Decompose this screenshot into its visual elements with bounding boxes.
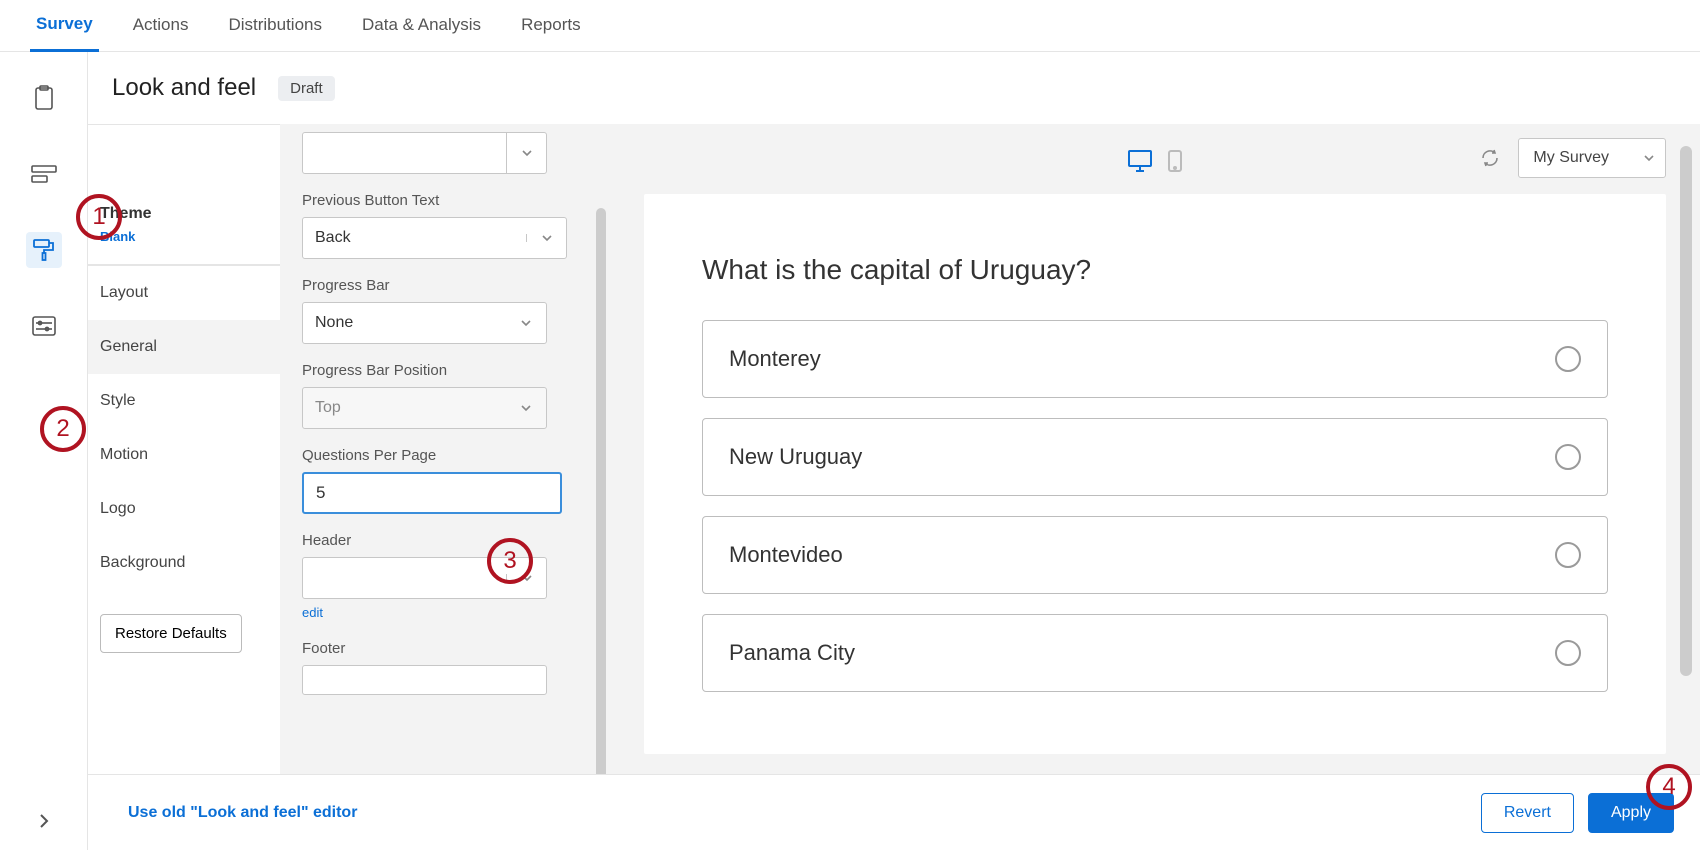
- tab-actions[interactable]: Actions: [127, 1, 195, 50]
- questions-per-page-input[interactable]: [302, 472, 562, 514]
- header-edit-link[interactable]: edit: [302, 605, 323, 620]
- settings-scrollbar[interactable]: [596, 208, 606, 774]
- preview-card: What is the capital of Uruguay? Monterey…: [644, 194, 1666, 754]
- paint-roller-icon[interactable]: [26, 232, 62, 268]
- choice-row[interactable]: New Uruguay: [702, 418, 1608, 496]
- choice-text: New Uruguay: [729, 444, 862, 470]
- left-rail: [0, 52, 88, 850]
- preview-toolbar: My Survey: [644, 144, 1666, 178]
- tab-reports[interactable]: Reports: [515, 1, 587, 50]
- progress-bar-pos-value: Top: [303, 399, 506, 417]
- choice-row[interactable]: Monterey: [702, 320, 1608, 398]
- nav-logo[interactable]: Logo: [88, 482, 280, 536]
- flow-icon[interactable]: [26, 156, 62, 192]
- chevron-down-icon: [1643, 154, 1655, 162]
- mobile-icon[interactable]: [1167, 149, 1183, 173]
- theme-name: Blank: [100, 229, 268, 244]
- apply-button[interactable]: Apply: [1588, 793, 1674, 833]
- choice-text: Panama City: [729, 640, 855, 666]
- radio-icon[interactable]: [1555, 640, 1581, 666]
- tab-survey[interactable]: Survey: [30, 0, 99, 52]
- radio-icon[interactable]: [1555, 346, 1581, 372]
- chevron-down-icon: [506, 574, 546, 582]
- choice-row[interactable]: Panama City: [702, 614, 1608, 692]
- footer-label: Footer: [302, 640, 588, 657]
- nav-motion[interactable]: Motion: [88, 428, 280, 482]
- tab-distributions[interactable]: Distributions: [222, 1, 328, 50]
- preview-scrollbar[interactable]: [1680, 146, 1692, 676]
- progress-bar-dropdown[interactable]: None: [302, 302, 547, 344]
- chevron-down-icon: [506, 319, 546, 327]
- desktop-icon[interactable]: [1127, 149, 1153, 173]
- revert-button[interactable]: Revert: [1481, 793, 1574, 833]
- preview-area: My Survey What is the capital of Uruguay…: [610, 124, 1700, 774]
- radio-icon[interactable]: [1555, 542, 1581, 568]
- choice-text: Monterey: [729, 346, 821, 372]
- choice-text: Montevideo: [729, 542, 843, 568]
- top-tabs: Survey Actions Distributions Data & Anal…: [0, 0, 1700, 52]
- settings-panel: Previous Button Text Back Progress Bar N…: [280, 124, 610, 774]
- status-badge: Draft: [278, 76, 335, 101]
- options-icon[interactable]: [26, 308, 62, 344]
- survey-select-value: My Survey: [1533, 149, 1609, 167]
- footer-bar: Use old "Look and feel" editor Revert Ap…: [88, 774, 1700, 850]
- nav-general[interactable]: General: [88, 320, 280, 374]
- survey-select[interactable]: My Survey: [1518, 138, 1666, 178]
- nav-background[interactable]: Background: [88, 536, 280, 590]
- nav-style[interactable]: Style: [88, 374, 280, 428]
- footer-dropdown[interactable]: [302, 665, 547, 695]
- clipboard-icon[interactable]: [26, 80, 62, 116]
- progress-bar-pos-label: Progress Bar Position: [302, 362, 588, 379]
- use-old-editor-link[interactable]: Use old "Look and feel" editor: [128, 804, 357, 822]
- qpp-label: Questions Per Page: [302, 447, 588, 464]
- header-dropdown[interactable]: [302, 557, 547, 599]
- choice-row[interactable]: Montevideo: [702, 516, 1608, 594]
- tab-data-analysis[interactable]: Data & Analysis: [356, 1, 487, 50]
- page-title: Look and feel: [112, 74, 256, 102]
- nav-layout[interactable]: Layout: [88, 266, 280, 320]
- question-text: What is the capital of Uruguay?: [702, 254, 1608, 286]
- refresh-icon[interactable]: [1480, 148, 1500, 168]
- progress-bar-label: Progress Bar: [302, 277, 588, 294]
- progress-bar-value: None: [303, 314, 506, 332]
- prev-button-value: Back: [303, 229, 526, 247]
- theme-section[interactable]: Theme Blank: [88, 125, 280, 265]
- radio-icon[interactable]: [1555, 444, 1581, 470]
- header-label: Header: [302, 532, 588, 549]
- chevron-down-icon: [526, 234, 566, 242]
- chevron-down-icon: [506, 404, 546, 412]
- prev-button-label: Previous Button Text: [302, 192, 588, 209]
- look-feel-subnav: Theme Blank Layout General Style Motion …: [88, 124, 280, 774]
- progress-bar-pos-dropdown: Top: [302, 387, 547, 429]
- next-button-text-dropdown[interactable]: [302, 132, 547, 174]
- expand-rail-icon[interactable]: [0, 812, 87, 830]
- theme-label: Theme: [100, 205, 268, 223]
- page-header: Look and feel Draft: [88, 52, 1700, 124]
- prev-button-dropdown[interactable]: Back: [302, 217, 567, 259]
- restore-defaults-button[interactable]: Restore Defaults: [100, 614, 242, 653]
